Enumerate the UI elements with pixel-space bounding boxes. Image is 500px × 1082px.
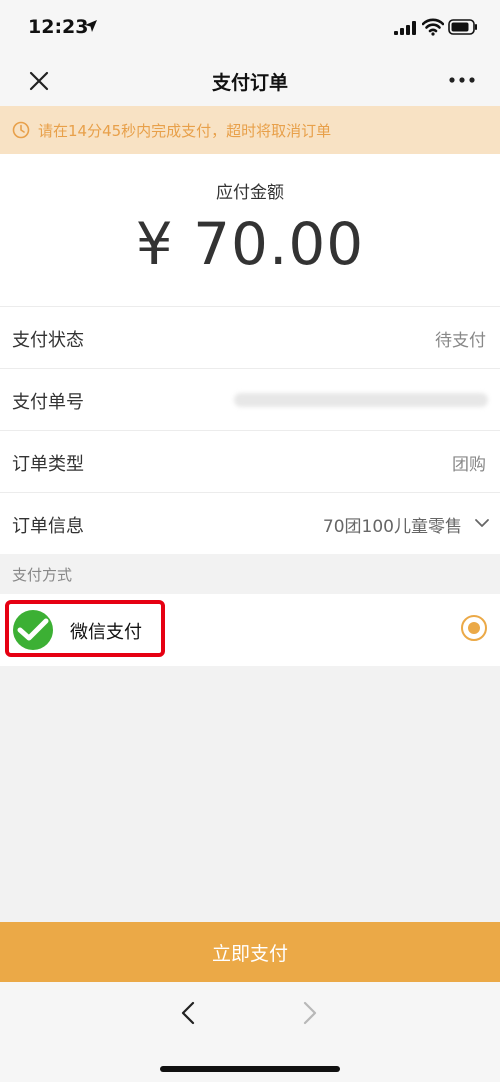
payment-method-section-title: 支付方式 (12, 566, 73, 584)
payment-number-value-redacted (234, 393, 488, 407)
browser-toolbar (0, 982, 500, 1082)
order-info-label: 订单信息 (12, 516, 84, 537)
payment-status-value: 待支付 (435, 331, 486, 351)
order-type-label: 订单类型 (12, 454, 84, 475)
notice-text: 请在14分45秒内完成支付，超时将取消订单 (38, 122, 332, 140)
order-info-list: 支付状态 待支付 支付单号 订单类型 团购 订单信息 70团100儿童零售 (0, 306, 500, 554)
order-info-row[interactable]: 订单信息 70团100儿童零售 (0, 492, 500, 554)
signal-icon (394, 21, 416, 35)
amount-card: 应付金额 ¥ 70.00 (0, 154, 500, 306)
location-arrow-icon (85, 20, 97, 32)
amount-label: 应付金额 (216, 183, 284, 203)
nav-bar: 支付订单 (0, 56, 500, 106)
pay-now-button[interactable]: 立即支付 (0, 922, 500, 982)
clock-icon (12, 121, 30, 139)
order-type-row: 订单类型 团购 (0, 430, 500, 492)
more-icon[interactable] (448, 76, 476, 84)
chevron-down-icon[interactable] (474, 517, 490, 529)
page-title: 支付订单 (211, 72, 288, 94)
forward-icon[interactable] (300, 1000, 320, 1026)
payment-status-row: 支付状态 待支付 (0, 306, 500, 368)
payment-number-label: 支付单号 (12, 392, 84, 413)
payment-order-page: 12:23 支付订单 请在14分45秒内完成支付，超时将取消订单 应付金额 ¥ … (0, 0, 500, 1082)
payment-status-label: 支付状态 (12, 330, 84, 351)
status-bar: 12:23 (0, 0, 500, 56)
battery-icon (448, 19, 477, 35)
status-time: 12:23 (28, 16, 89, 38)
payment-method-label: 微信支付 (70, 622, 142, 643)
radio-selected-icon[interactable] (460, 614, 488, 642)
payment-method-section-header: 支付方式 (0, 554, 500, 594)
amount-value: ¥ 70.00 (135, 210, 365, 278)
payment-timeout-notice: 请在14分45秒内完成支付，超时将取消订单 (0, 106, 500, 154)
home-indicator (160, 1066, 340, 1072)
wifi-icon (422, 18, 444, 36)
order-type-value: 团购 (452, 455, 486, 475)
payment-number-row: 支付单号 (0, 368, 500, 430)
order-info-value: 70团100儿童零售 (322, 517, 462, 537)
back-icon[interactable] (178, 1000, 198, 1026)
wechat-pay-icon (13, 610, 53, 650)
payment-method-wechat[interactable]: 微信支付 (0, 594, 500, 666)
